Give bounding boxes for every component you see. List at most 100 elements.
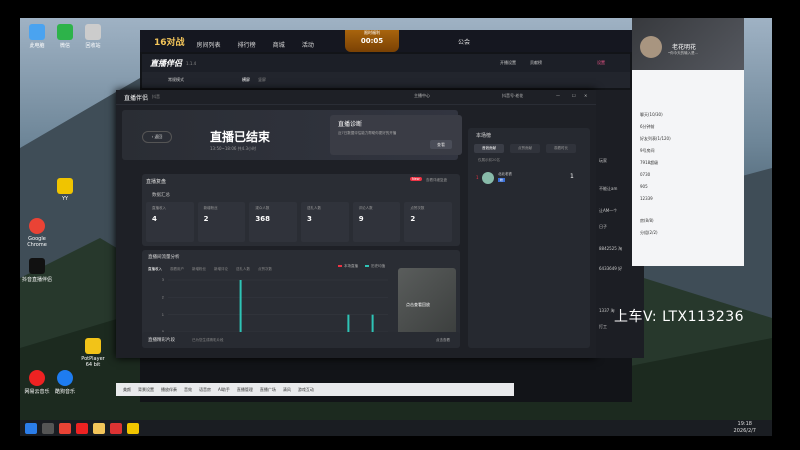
yy-list-item[interactable]: 12339 bbox=[640, 196, 740, 201]
review-panel: 直播复盘 New 查看详细复盘 数据汇总 直播收入 4 新增粉丝 2 观众人数 368… bbox=[142, 174, 460, 246]
desktop-icon-yy[interactable]: YY bbox=[50, 178, 80, 202]
toolbar-square[interactable]: 直播广场 bbox=[260, 387, 276, 393]
ranking-row[interactable]: 1 北北老铁 粉 1 bbox=[474, 172, 584, 186]
back-button[interactable]: ‹ 返回 bbox=[142, 131, 172, 143]
toolbar-qingfeng[interactable]: 清风 bbox=[283, 387, 291, 393]
helper-subbar: 常规模式 横屏 竖屏 bbox=[142, 72, 630, 88]
minimize-icon[interactable]: — bbox=[556, 93, 560, 98]
yy-profile-header: 老花明花 •你今天的输入是… bbox=[632, 18, 744, 70]
live-ended-window: 直播伴侣 抖音 主播中心 抖音号·老花 — ☐ ✕ ‹ 返回 直播已结束 13:… bbox=[116, 90, 596, 358]
douyin-icon bbox=[29, 258, 45, 274]
avatar bbox=[482, 172, 494, 184]
replay-card[interactable]: 点击查看回放 bbox=[398, 268, 456, 342]
avatar[interactable] bbox=[640, 36, 662, 58]
taskbar-yy-icon[interactable] bbox=[127, 422, 139, 434]
taskbar-douyin-icon[interactable] bbox=[110, 422, 122, 434]
stat-income: 直播收入 4 bbox=[146, 202, 194, 242]
new-badge: New bbox=[410, 177, 422, 181]
rank-tab-gift[interactable]: 音浪贡献 bbox=[474, 144, 504, 153]
diagnosis-text: 近7日数据评估能力帮助你更好的开播 bbox=[338, 131, 397, 135]
stat-viewers: 观众人数 368 bbox=[249, 202, 298, 242]
desktop-icon-kugou[interactable]: 酷狗音乐 bbox=[50, 370, 80, 395]
tab-portrait[interactable]: 竖屏 bbox=[258, 77, 266, 83]
close-icon[interactable]: ✕ bbox=[584, 93, 587, 98]
mode-select[interactable]: 常规模式 bbox=[168, 77, 184, 83]
yy-list-item[interactable]: 聊天(10/30) bbox=[640, 112, 740, 118]
yy-user-status: •你今天的输入是… bbox=[668, 51, 699, 55]
windows-start-icon[interactable] bbox=[25, 422, 37, 434]
toolbar-ai[interactable]: AI助手 bbox=[218, 387, 230, 393]
diagnosis-view-button[interactable]: 查看 bbox=[430, 140, 452, 149]
highlight-link[interactable]: 点击查看 bbox=[436, 338, 450, 343]
computer-icon bbox=[29, 24, 45, 40]
kugou-icon bbox=[57, 370, 73, 386]
chart-bar[interactable] bbox=[347, 314, 350, 332]
tab-landscape[interactable]: 横屏 bbox=[242, 77, 250, 83]
desktop-icon-douyin[interactable]: 抖音直播伴侣 bbox=[22, 258, 52, 283]
chart-bar[interactable] bbox=[239, 280, 242, 332]
desktop-icon-wechat[interactable]: 微信 bbox=[50, 24, 80, 49]
stat-new-fans: 新增粉丝 2 bbox=[197, 202, 246, 242]
toolbar-game[interactable]: 游戏互动 bbox=[298, 387, 314, 393]
ranking-title: 本场榜 bbox=[476, 133, 492, 139]
toolbar-sfx[interactable]: 音效 bbox=[184, 387, 192, 393]
main-brand: 直播伴侣 bbox=[124, 94, 149, 102]
stats-row: 直播收入 4 新增粉丝 2 观众人数 368 送礼人数 3 评论人数 9 点赞次数 2 bbox=[146, 202, 456, 242]
yy-list-item[interactable]: 7918超级 bbox=[640, 160, 740, 166]
legend-swatch-current bbox=[338, 265, 342, 267]
account-name[interactable]: 抖音号·老花 bbox=[502, 93, 523, 99]
search-icon[interactable] bbox=[42, 422, 54, 434]
yy-list-item[interactable]: 分组(2/2) bbox=[640, 230, 740, 236]
highlight-title: 直播精彩片段 bbox=[148, 338, 175, 343]
main-brand-sub: 抖音 bbox=[152, 94, 161, 99]
yy-list-item[interactable]: 房(8/8) bbox=[640, 218, 740, 224]
game-logo: 16对战 bbox=[154, 37, 185, 48]
yy-list-item[interactable]: 6分钟前 bbox=[640, 124, 740, 130]
highlight-bar[interactable]: 直播精彩片段 已为您生成精彩片段 点击查看 bbox=[142, 332, 460, 348]
chart-bar[interactable] bbox=[371, 314, 374, 332]
taskbar-chrome-icon[interactable] bbox=[59, 422, 71, 434]
helper-top-link-1[interactable]: 开播设置 bbox=[500, 60, 516, 66]
anchor-center-link[interactable]: 主播中心 bbox=[414, 93, 430, 99]
taskbar-clock[interactable]: 19:18 2026/2/7 bbox=[734, 421, 756, 435]
main-titlebar: 直播伴侣 抖音 主播中心 抖音号·老花 — ☐ ✕ bbox=[116, 90, 596, 105]
taskbar-app-icon[interactable] bbox=[76, 422, 88, 434]
nav-ranking[interactable]: 排行榜 bbox=[238, 42, 256, 49]
timer-badge[interactable]: 限时福利 00:05 bbox=[345, 30, 399, 52]
stat-commenters: 评论人数 9 bbox=[352, 202, 401, 242]
fan-badge: 粉 bbox=[498, 178, 506, 182]
toolbar-manage[interactable]: 直播管理 bbox=[237, 387, 253, 393]
taskbar-game-icon[interactable] bbox=[93, 422, 105, 434]
desktop-icon-pc[interactable]: 此电脑 bbox=[22, 24, 52, 49]
nav-room-list[interactable]: 房间列表 bbox=[197, 42, 221, 49]
chat-line-4: 日子 bbox=[599, 224, 607, 229]
rank-tab-like[interactable]: 点赞贡献 bbox=[510, 144, 540, 153]
yy-list-item[interactable]: 好友列表(1/120) bbox=[640, 136, 740, 142]
maximize-icon[interactable]: ☐ bbox=[572, 93, 576, 98]
nav-shop[interactable]: 商城 bbox=[273, 42, 285, 49]
desktop-icon-potplayer[interactable]: PotPlayer 64 bit bbox=[78, 338, 108, 368]
toolbar-beauty[interactable]: 美颜 bbox=[123, 387, 131, 393]
review-detail-link[interactable]: 查看详细复盘 bbox=[426, 178, 447, 183]
toolbar-background[interactable]: 背景设置 bbox=[138, 387, 154, 393]
desktop-icon-chrome[interactable]: Google Chrome bbox=[22, 218, 52, 248]
nav-guild[interactable]: 公会 bbox=[458, 37, 470, 46]
helper-titlebar: 直播伴侣 1.1.4 开播设置 贡献榜 设置 bbox=[142, 54, 630, 72]
chat-line-3: 让AM一个 bbox=[599, 208, 618, 213]
desktop-icon-recycle[interactable]: 回收站 bbox=[78, 24, 108, 49]
rank-tab-watch[interactable]: 观看时长 bbox=[546, 144, 576, 153]
yy-list-item[interactable]: 9号房间 bbox=[640, 148, 740, 154]
yy-list-item[interactable]: 905 bbox=[640, 184, 740, 189]
y-tick-label: 2 bbox=[162, 296, 164, 300]
chat-line-8: 打工 bbox=[599, 324, 607, 329]
toolbar-music[interactable]: 播放伴奏 bbox=[161, 387, 177, 393]
legend-swatch-average bbox=[365, 265, 370, 267]
recycle-bin-icon bbox=[85, 24, 101, 40]
toolbar-voice-room[interactable]: 语音房 bbox=[199, 387, 211, 393]
helper-top-link-3[interactable]: 设置 bbox=[597, 60, 605, 66]
yy-list-item[interactable]: 0730 bbox=[640, 172, 740, 177]
desktop-icon-netease[interactable]: 网易云音乐 bbox=[22, 370, 52, 395]
helper-top-link-2[interactable]: 贡献榜 bbox=[530, 60, 542, 66]
nav-activity[interactable]: 活动 bbox=[302, 42, 314, 49]
rank-user-name: 北北老铁 bbox=[498, 172, 512, 176]
